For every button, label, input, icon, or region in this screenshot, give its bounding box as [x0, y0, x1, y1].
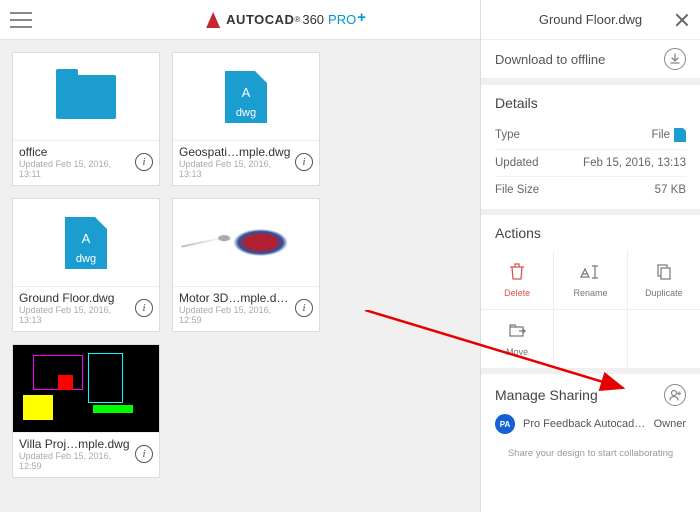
file-card[interactable]: Villa Proj…mple.dwgUpdated Feb 15, 2016,… [12, 344, 160, 478]
motor-thumbnail [173, 199, 319, 286]
download-offline-button[interactable]: Download to offline [481, 40, 700, 79]
duplicate-icon [654, 262, 674, 284]
duplicate-button[interactable]: Duplicate [628, 251, 700, 309]
detail-row: UpdatedFeb 15, 2016, 13:13 [495, 149, 686, 176]
avatar: PA [495, 414, 515, 434]
rename-button[interactable]: Rename [554, 251, 626, 309]
file-title: Motor 3D…mple.dwg [179, 291, 291, 305]
rename-icon [580, 262, 600, 284]
file-card[interactable]: officeUpdated Feb 15, 2016, 13:11i [12, 52, 160, 186]
file-date: Updated Feb 15, 2016, 13:13 [19, 305, 131, 325]
info-icon[interactable]: i [135, 445, 153, 463]
autodesk-logo-icon [206, 12, 220, 28]
move-button[interactable]: Move [481, 310, 553, 368]
download-icon [664, 48, 686, 70]
panel-filename: Ground Floor.dwg [539, 12, 642, 27]
file-card[interactable]: Adwg Geospati…mple.dwgUpdated Feb 15, 201… [172, 52, 320, 186]
dwg-file-icon: Adwg [225, 71, 267, 123]
actions-section: Actions DeleteRenameDuplicateMove [481, 209, 700, 368]
file-date: Updated Feb 15, 2016, 13:11 [19, 159, 131, 179]
info-icon[interactable]: i [295, 153, 313, 171]
move-icon [507, 321, 527, 343]
file-date: Updated Feb 15, 2016, 13:13 [179, 159, 291, 179]
detail-row: TypeFile [495, 121, 686, 149]
folder-icon [56, 75, 116, 119]
file-title: Villa Proj…mple.dwg [19, 437, 131, 451]
delete-button[interactable]: Delete [481, 251, 553, 309]
share-hint: Share your design to start collaborating [495, 438, 686, 469]
file-title: Ground Floor.dwg [19, 291, 131, 305]
info-icon[interactable]: i [135, 299, 153, 317]
file-title: Geospati…mple.dwg [179, 145, 291, 159]
file-date: Updated Feb 15, 2016, 12:59 [19, 451, 131, 471]
add-collaborator-icon[interactable] [664, 384, 686, 406]
villa-thumbnail [13, 345, 159, 432]
info-icon[interactable]: i [295, 299, 313, 317]
file-type-icon [674, 128, 686, 142]
sharing-section: Manage Sharing PA Pro Feedback Autocad… … [481, 368, 700, 475]
menu-icon[interactable] [10, 12, 32, 28]
file-grid: officeUpdated Feb 15, 2016, 13:11iAdwgGe… [0, 40, 480, 512]
details-panel: Ground Floor.dwg Download to offline Det… [480, 0, 700, 512]
file-title: office [19, 145, 131, 159]
app-brand: AUTOCAD®360 PRO+ [206, 11, 366, 28]
dwg-file-icon: Adwg [65, 217, 107, 269]
file-date: Updated Feb 15, 2016, 12:59 [179, 305, 291, 325]
file-card[interactable]: Motor 3D…mple.dwgUpdated Feb 15, 2016, 1… [172, 198, 320, 332]
details-section: Details TypeFileUpdatedFeb 15, 2016, 13:… [481, 79, 700, 209]
close-icon[interactable] [674, 12, 690, 28]
delete-icon [507, 262, 527, 284]
detail-row: File Size57 KB [495, 176, 686, 203]
collaborator-row[interactable]: PA Pro Feedback Autocad… Owner [495, 406, 686, 438]
file-card[interactable]: Adwg Ground Floor.dwgUpdated Feb 15, 2016… [12, 198, 160, 332]
panel-header: Ground Floor.dwg [481, 0, 700, 40]
info-icon[interactable]: i [135, 153, 153, 171]
